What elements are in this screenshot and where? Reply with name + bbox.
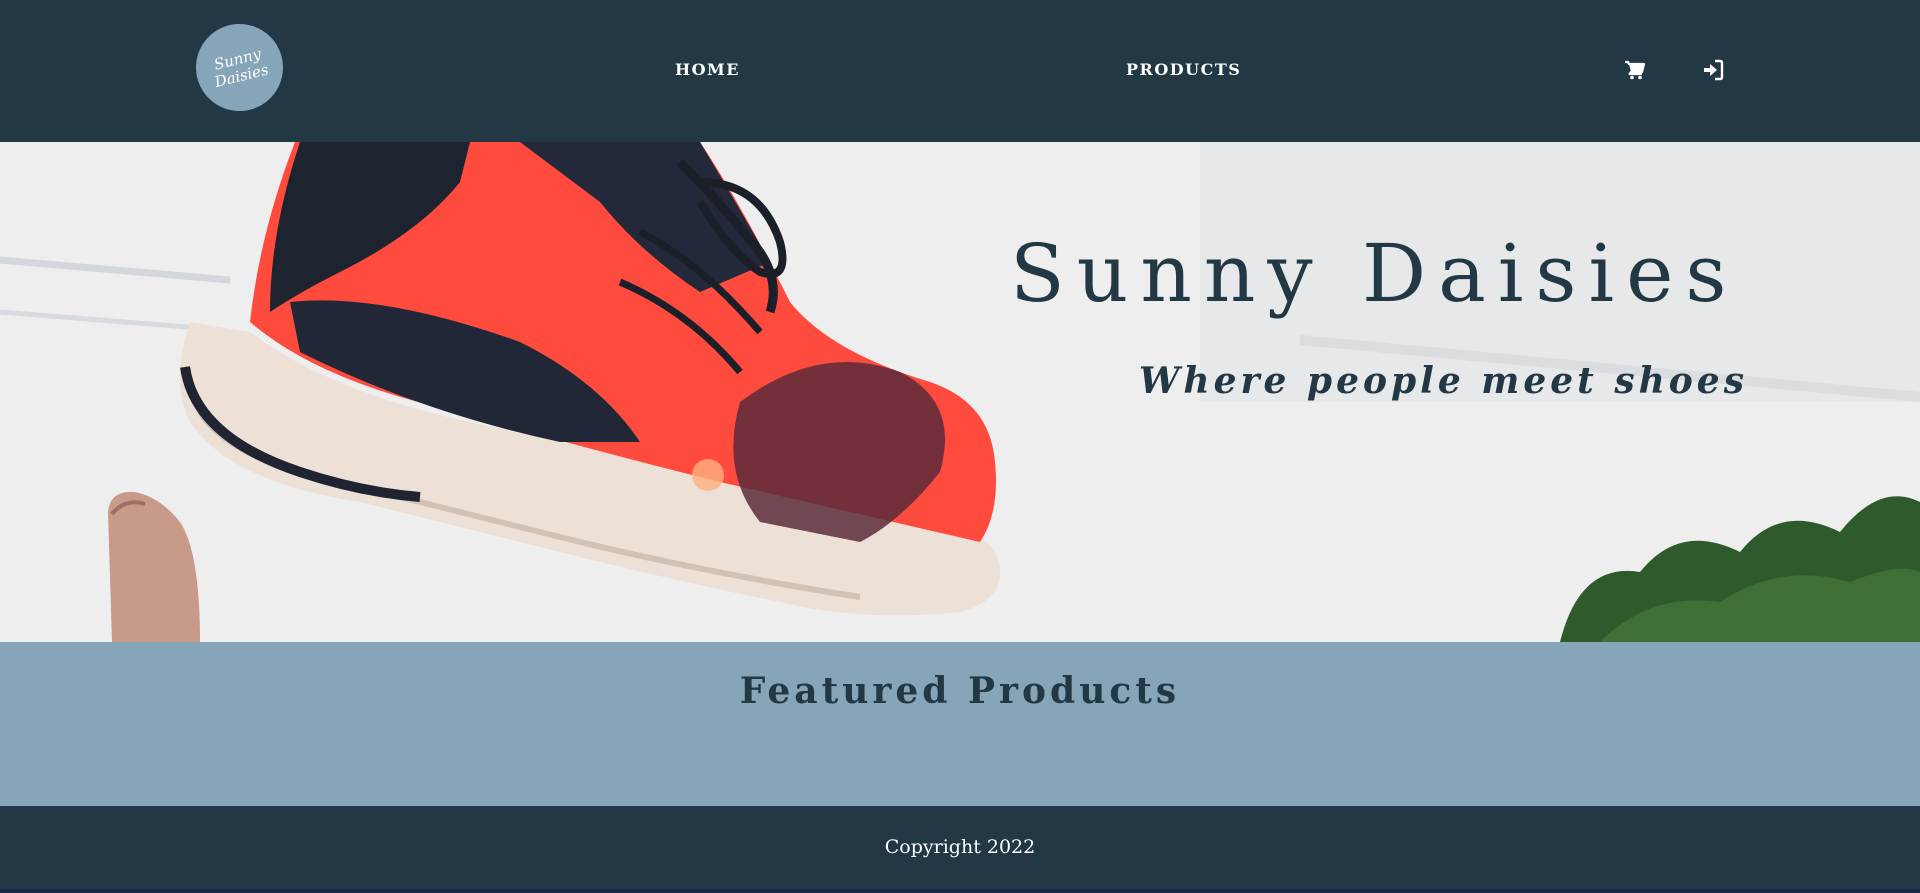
nav-products-link[interactable]: PRODUCTS <box>1126 60 1241 79</box>
cart-icon <box>1625 60 1646 80</box>
site-footer: Copyright 2022 <box>0 806 1920 889</box>
featured-products-title: Featured Products <box>739 670 1181 712</box>
logo[interactable]: Sunny Daisies <box>186 14 293 121</box>
nav-home-link[interactable]: HOME <box>675 60 740 79</box>
site-header: Sunny Daisies HOME PRODUCTS <box>0 0 1920 142</box>
hero-banner: Sunny Daisies Where people meet shoes <box>0 142 1920 642</box>
copyright-text: Copyright 2022 <box>884 836 1036 858</box>
featured-products-section: Featured Products <box>0 642 1920 806</box>
hero-subtitle: Where people meet shoes <box>1139 360 1748 402</box>
logo-text: Sunny Daisies <box>201 43 277 93</box>
cart-button[interactable] <box>1623 58 1647 82</box>
bottom-divider <box>0 889 1920 893</box>
sign-in-icon <box>1704 59 1724 81</box>
login-button[interactable] <box>1701 58 1725 82</box>
hero-title: Sunny Daisies <box>1010 227 1739 320</box>
